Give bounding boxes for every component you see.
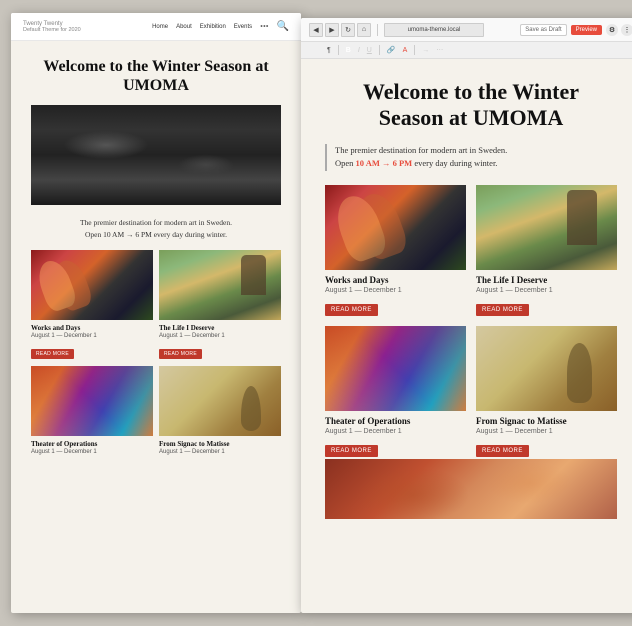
forward-icon[interactable]: ▶	[325, 23, 339, 37]
sep2	[379, 45, 380, 55]
home-icon[interactable]: ⌂	[357, 23, 371, 37]
format-color[interactable]: A	[401, 46, 410, 55]
card-title-4: From Signac to Matisse	[159, 440, 281, 448]
card-image-1	[31, 250, 153, 320]
right-card-img-4	[476, 326, 617, 411]
right-read-more-4[interactable]: READ MORE	[476, 445, 529, 457]
card-title-2: The Life I Deserve	[159, 324, 281, 332]
browser-controls: ◀ ▶ ↻ ⌂	[309, 23, 371, 37]
address-bar[interactable]: umoma-theme.local	[384, 23, 484, 37]
nav-link-home[interactable]: Home	[152, 24, 168, 30]
text-format-toolbar: ¶ B I U 🔗 A → ⋯	[301, 42, 632, 59]
nav-link-events[interactable]: Events	[234, 24, 252, 30]
hero-pattern	[31, 105, 281, 205]
card-date-2: August 1 — December 1	[159, 333, 281, 339]
left-card-grid-2: Theater of Operations August 1 — Decembe…	[31, 366, 281, 458]
right-panel: ◀ ▶ ↻ ⌂ umoma-theme.local Save as Draft …	[301, 18, 632, 613]
left-hero-image	[31, 105, 281, 205]
card-title-1: Works and Days	[31, 324, 153, 332]
list-item: From Signac to Matisse August 1 — Decemb…	[159, 366, 281, 458]
right-card-img-2	[476, 185, 617, 270]
right-card-title-1: Works and Days	[325, 275, 466, 285]
toolbar-separator-1	[377, 24, 378, 36]
right-card-date-1: August 1 — December 1	[325, 287, 466, 294]
right-card-date-2: August 1 — December 1	[476, 287, 617, 294]
format-italic[interactable]: I	[356, 46, 362, 55]
settings-icon[interactable]: ⚙	[606, 24, 618, 36]
left-nav: Twenty Twenty Default Theme for 2020 Hom…	[11, 13, 301, 41]
preview-button[interactable]: Preview	[571, 25, 602, 35]
read-more-btn-2[interactable]: READ MORE	[159, 349, 202, 359]
card-date-4: August 1 — December 1	[159, 449, 281, 455]
right-card-date-3: August 1 — December 1	[325, 428, 466, 435]
list-item: Theater of Operations August 1 — Decembe…	[31, 366, 153, 458]
left-description: The premier destination for modern art i…	[31, 217, 281, 240]
left-card-grid: Works and Days August 1 — December 1 REA…	[31, 250, 281, 360]
sep3	[414, 45, 415, 55]
right-card-img-3	[325, 326, 466, 411]
list-item: The Life I Deserve August 1 — December 1…	[159, 250, 281, 360]
card-image-3	[31, 366, 153, 436]
right-card-title-4: From Signac to Matisse	[476, 416, 617, 426]
card-date-1: August 1 — December 1	[31, 333, 153, 339]
left-logo: Twenty Twenty Default Theme for 2020	[23, 20, 81, 33]
card-title-3: Theater of Operations	[31, 440, 153, 448]
list-item: Theater of Operations August 1 — Decembe…	[325, 326, 466, 457]
card-date-3: August 1 — December 1	[31, 449, 153, 455]
right-read-more-1[interactable]: READ MORE	[325, 304, 378, 316]
more-icon[interactable]: ⋮	[621, 24, 632, 36]
list-item: Works and Days August 1 — December 1 REA…	[31, 250, 153, 360]
list-item: Works and Days August 1 — December 1 REA…	[325, 185, 466, 316]
nav-link-exhibition[interactable]: Exhibition	[200, 24, 226, 30]
nav-link-about[interactable]: About	[176, 24, 192, 30]
format-underline[interactable]: U	[365, 46, 374, 55]
left-panel: Twenty Twenty Default Theme for 2020 Hom…	[11, 13, 301, 613]
search-icon[interactable]: 🔍	[277, 21, 289, 32]
right-card-grid-1: Works and Days August 1 — December 1 REA…	[325, 185, 617, 316]
refresh-icon[interactable]: ↻	[341, 23, 355, 37]
save-draft-button[interactable]: Save as Draft	[520, 24, 566, 36]
left-nav-links: Home About Exhibition Events ••• 🔍	[152, 21, 289, 32]
left-content: Welcome to the Winter Season at UMOMA Th…	[11, 41, 301, 458]
icon-buttons: ⚙ ⋮	[606, 24, 632, 36]
card-image-2	[159, 250, 281, 320]
right-card-title-2: The Life I Deserve	[476, 275, 617, 285]
back-icon[interactable]: ◀	[309, 23, 323, 37]
right-read-more-2[interactable]: READ MORE	[476, 304, 529, 316]
right-intro-text: The premier destination for modern art i…	[325, 144, 617, 171]
right-card-title-3: Theater of Operations	[325, 416, 466, 426]
nav-more-icon[interactable]: •••	[260, 22, 268, 31]
right-card-img-1	[325, 185, 466, 270]
left-hero-title: Welcome to the Winter Season at UMOMA	[31, 57, 281, 95]
right-bottom-image	[325, 459, 617, 519]
right-card-date-4: August 1 — December 1	[476, 428, 617, 435]
sep	[338, 45, 339, 55]
right-hero-title: Welcome to the WinterSeason at UMOMA	[325, 79, 617, 132]
right-toolbar: ◀ ▶ ↻ ⌂ umoma-theme.local Save as Draft …	[301, 18, 632, 42]
format-paragraph[interactable]: ¶	[325, 46, 333, 55]
format-bold[interactable]: B	[344, 46, 353, 55]
right-read-more-3[interactable]: READ MORE	[325, 445, 378, 457]
list-item: The Life I Deserve August 1 — December 1…	[476, 185, 617, 316]
list-item: From Signac to Matisse August 1 — Decemb…	[476, 326, 617, 457]
format-more[interactable]: ⋯	[434, 45, 445, 55]
cms-header-buttons: Save as Draft Preview ⚙ ⋮	[520, 24, 632, 36]
format-arrow[interactable]: →	[420, 46, 431, 55]
read-more-btn-1[interactable]: READ MORE	[31, 349, 74, 359]
card-image-4	[159, 366, 281, 436]
right-content: Welcome to the WinterSeason at UMOMA The…	[301, 59, 632, 519]
right-card-grid-2: Theater of Operations August 1 — Decembe…	[325, 326, 617, 457]
format-link[interactable]: 🔗	[385, 45, 398, 55]
time-highlight: 10 AM → 6 PM	[356, 158, 413, 168]
